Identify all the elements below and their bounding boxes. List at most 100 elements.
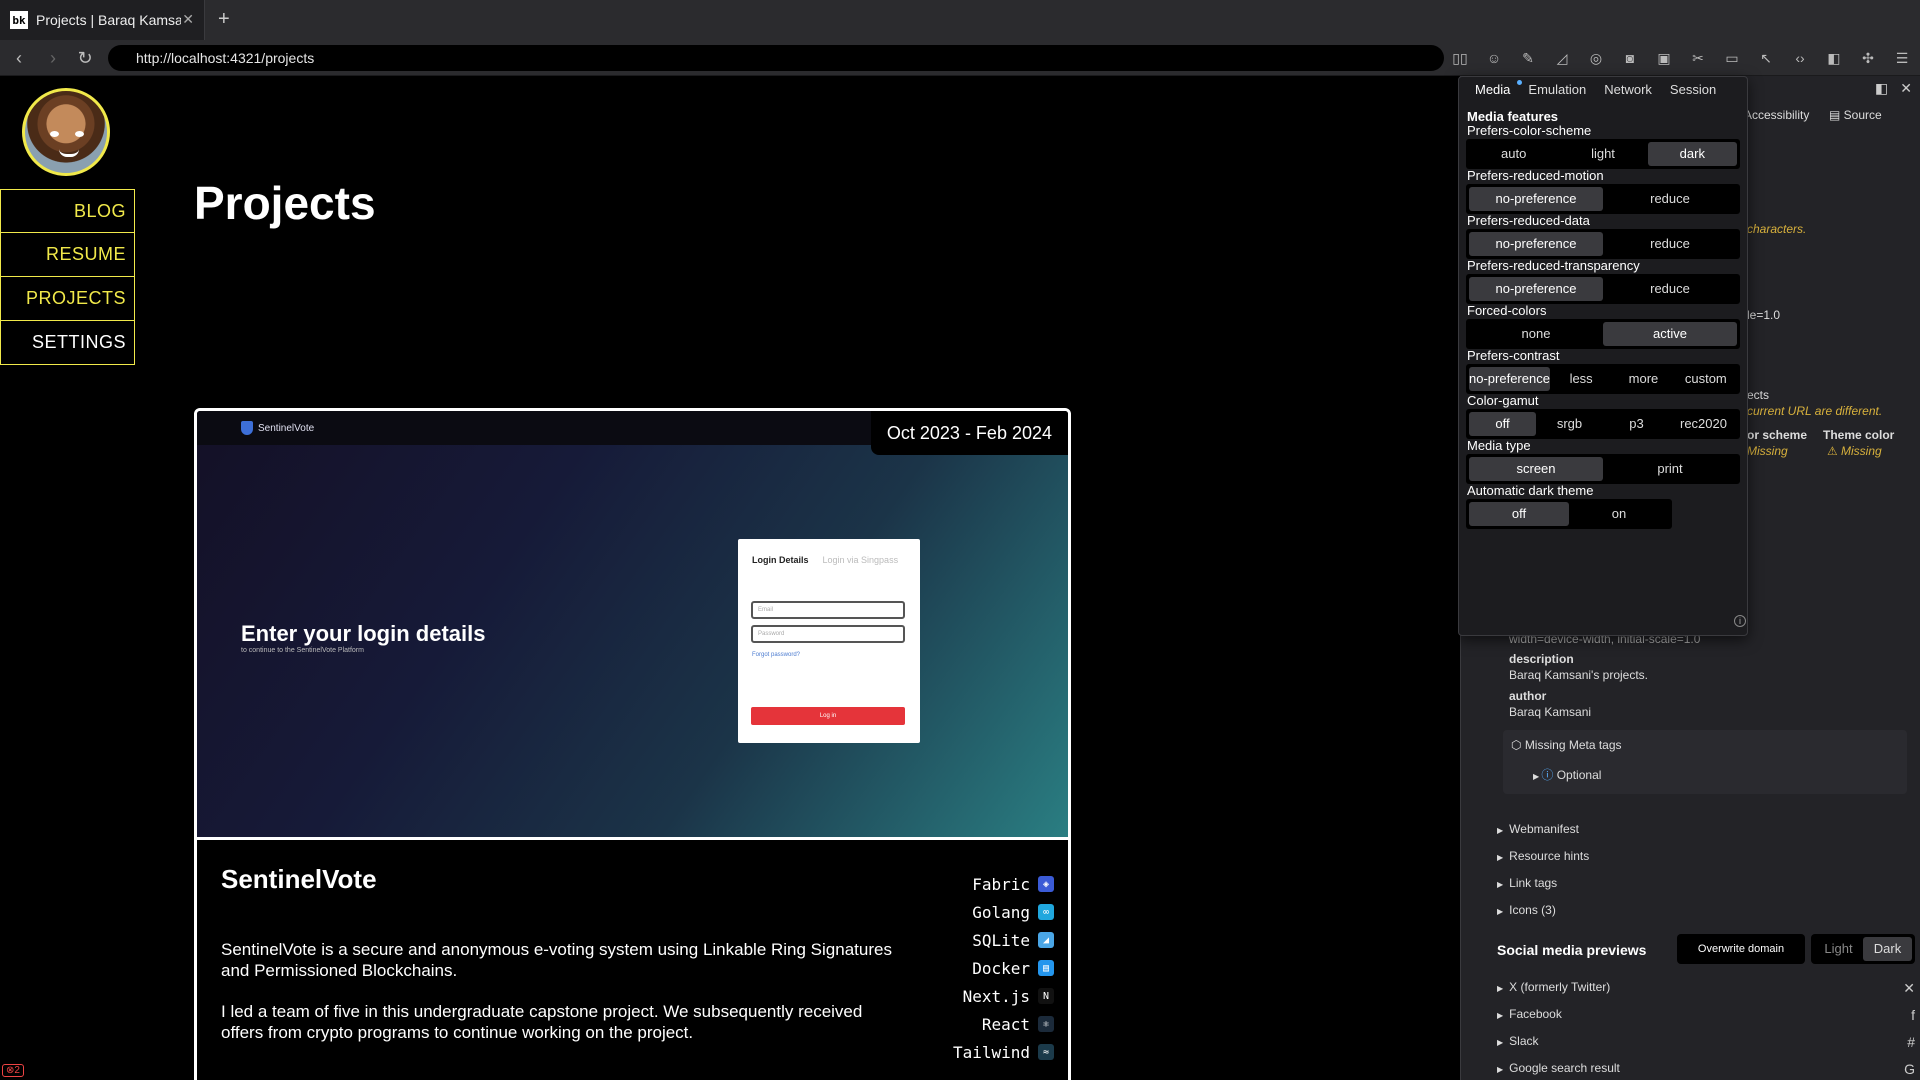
address-bar[interactable]: http://localhost:4321/projects: [108, 45, 1444, 71]
tab-media[interactable]: Media: [1475, 77, 1523, 103]
feature-option[interactable]: reduce: [1603, 277, 1737, 301]
overwrite-domain-button[interactable]: Overwrite domain: [1677, 934, 1805, 964]
feature-option[interactable]: light: [1558, 142, 1647, 166]
feature-option[interactable]: print: [1603, 457, 1737, 481]
project-card[interactable]: SentinelVote Oct 2023 - Feb 2024 Enter y…: [194, 408, 1071, 1080]
feature-option[interactable]: rec2020: [1670, 412, 1737, 436]
camera-icon[interactable]: ◙: [1620, 48, 1640, 68]
tree-webmanifest[interactable]: ▶ Webmanifest: [1497, 822, 1579, 836]
source-icon: ▤: [1829, 108, 1844, 122]
feature-segmented-control: no-preference reduce: [1466, 229, 1740, 259]
social-preview-item[interactable]: ▶ Google search result G: [1497, 1061, 1915, 1077]
tab-close-icon[interactable]: ✕: [182, 11, 194, 28]
puzzle-icon[interactable]: ✣: [1858, 48, 1878, 68]
avatar[interactable]: [22, 88, 110, 176]
meta-description-value: Baraq Kamsani's projects.: [1509, 668, 1649, 682]
tech-name: Fabric: [972, 874, 1030, 894]
feature-option[interactable]: no-preference: [1469, 277, 1603, 301]
social-preview-item[interactable]: ▶ Slack #: [1497, 1034, 1915, 1050]
feature-option[interactable]: p3: [1603, 412, 1670, 436]
browser-tab[interactable]: bk Projects | Baraq Kamsani ✕: [0, 0, 205, 40]
settings-icon[interactable]: ☰: [1892, 48, 1912, 68]
feature-label: Prefers-reduced-data: [1467, 213, 1590, 228]
social-preview-item[interactable]: ▶ Facebook f: [1497, 1007, 1915, 1023]
nav-blog[interactable]: BLOG: [0, 189, 135, 233]
feature-option[interactable]: dark: [1647, 142, 1737, 166]
feature-option[interactable]: off: [1469, 412, 1536, 436]
missing-meta-tags: ⬡ Missing Meta tags: [1511, 738, 1622, 752]
x-icon: ✕: [1903, 980, 1915, 996]
missing-meta-box: ⬡ Missing Meta tags ▶ ⓘ Optional: [1503, 730, 1907, 794]
feature-option[interactable]: reduce: [1603, 232, 1737, 256]
forward-icon[interactable]: ›: [42, 47, 64, 69]
feature-option[interactable]: screen: [1469, 457, 1603, 481]
feature-option[interactable]: active: [1603, 322, 1737, 346]
nav-projects[interactable]: PROJECTS: [0, 277, 135, 321]
tab-emulation[interactable]: Emulation: [1528, 77, 1586, 103]
image-icon[interactable]: ▣: [1654, 48, 1674, 68]
optional-label: Optional: [1556, 768, 1602, 782]
screenshot-logo-text: SentinelVote: [258, 422, 315, 434]
panel-close-icon[interactable]: ✕: [1900, 80, 1912, 97]
media-features-popover: Media Emulation Network Session Media fe…: [1458, 76, 1748, 636]
tab-source[interactable]: ▤ Source: [1829, 108, 1882, 122]
feature-label: Media type: [1467, 438, 1531, 453]
preview-light-option[interactable]: Light: [1814, 937, 1863, 961]
feature-option[interactable]: on: [1569, 502, 1669, 526]
tree-resource-hints[interactable]: ▶ Resource hints: [1497, 849, 1589, 863]
nav-settings[interactable]: SETTINGS: [0, 321, 135, 365]
sidebar-icon[interactable]: ◧: [1824, 48, 1844, 68]
feature-option[interactable]: custom: [1675, 367, 1737, 391]
optional-toggle[interactable]: ▶ ⓘ Optional: [1533, 766, 1601, 783]
pen-icon[interactable]: ✎: [1518, 48, 1538, 68]
tab-accessibility[interactable]: Accessibility: [1744, 108, 1809, 122]
feature-option[interactable]: no-preference: [1469, 232, 1603, 256]
code-icon[interactable]: ‹›: [1790, 48, 1810, 68]
new-tab-button[interactable]: +: [218, 8, 230, 31]
social-preview-name: X (formerly Twitter): [1509, 980, 1611, 994]
feature-option[interactable]: no-preference: [1469, 187, 1603, 211]
cursor-icon[interactable]: ↖: [1756, 48, 1776, 68]
feature-option[interactable]: less: [1550, 367, 1612, 391]
dock-icon[interactable]: ◧: [1875, 80, 1888, 97]
panels-icon[interactable]: ▯▯: [1450, 48, 1470, 68]
slack-icon: #: [1907, 1034, 1915, 1050]
project-details: SentinelVote SentinelVote is a secure an…: [197, 837, 1068, 1080]
feature-option[interactable]: reduce: [1603, 187, 1737, 211]
shield-icon: [241, 421, 253, 435]
tab-network[interactable]: Network: [1604, 77, 1652, 103]
info-icon[interactable]: i: [1734, 615, 1746, 627]
project-description-1: SentinelVote is a secure and anonymous e…: [221, 940, 892, 980]
expand-triangle-icon: ▶: [1497, 907, 1504, 916]
feature-label: Prefers-contrast: [1467, 348, 1560, 363]
user-icon[interactable]: ☺: [1484, 48, 1504, 68]
tab-session[interactable]: Session: [1670, 77, 1716, 103]
nav-resume[interactable]: RESUME: [0, 233, 135, 277]
feature-option[interactable]: srgb: [1536, 412, 1603, 436]
facebook-icon: f: [1911, 1007, 1915, 1023]
reload-icon[interactable]: ↻: [74, 47, 96, 69]
tab-title: Projects | Baraq Kamsani: [36, 12, 181, 28]
preview-dark-option[interactable]: Dark: [1863, 937, 1912, 961]
golang-icon: ∞: [1038, 904, 1054, 920]
social-preview-item[interactable]: ▶ X (formerly Twitter) ✕: [1497, 980, 1915, 996]
feature-option[interactable]: auto: [1469, 142, 1558, 166]
feature-option[interactable]: no-preference: [1469, 367, 1550, 391]
ruler-icon[interactable]: ◿: [1552, 48, 1572, 68]
project-title: SentinelVote: [221, 864, 377, 894]
feature-option[interactable]: none: [1469, 322, 1603, 346]
feature-option[interactable]: more: [1612, 367, 1674, 391]
screenshot-logo: SentinelVote: [241, 421, 314, 435]
tools-icon[interactable]: ✂: [1688, 48, 1708, 68]
target-icon[interactable]: ◎: [1586, 48, 1606, 68]
feature-label: Automatic dark theme: [1467, 483, 1594, 498]
screenshot-heading: Enter your login details: [241, 621, 486, 646]
responsive-icon[interactable]: ▭: [1722, 48, 1742, 68]
tree-link-tags[interactable]: ▶ Link tags: [1497, 876, 1557, 890]
back-icon[interactable]: ‹: [8, 47, 30, 69]
tree-icons[interactable]: ▶ Icons (3): [1497, 903, 1556, 917]
feature-option[interactable]: off: [1469, 502, 1569, 526]
feature-label: Color-gamut: [1467, 393, 1539, 408]
canonical-fragment: ects: [1747, 388, 1770, 402]
error-count-badge[interactable]: ⊗2: [2, 1064, 24, 1077]
